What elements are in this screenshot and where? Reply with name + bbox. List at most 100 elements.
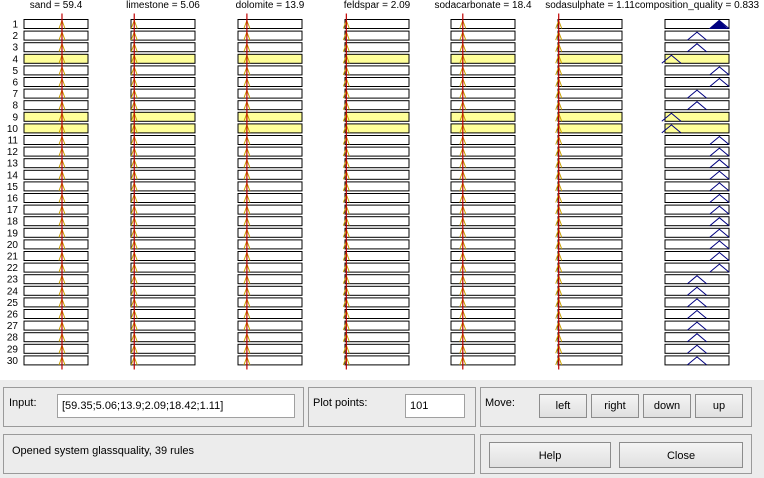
membership-box xyxy=(664,53,730,64)
membership-box xyxy=(237,77,303,87)
rule-number: 24 xyxy=(7,286,19,297)
membership-box xyxy=(344,297,410,308)
rule-number: 14 xyxy=(7,170,19,181)
variable-title: sand = 59.4 xyxy=(30,0,83,11)
status-panel: Opened system glassquality, 39 rules xyxy=(3,434,475,474)
membership-box xyxy=(557,65,623,76)
membership-box xyxy=(237,239,303,250)
membership-box xyxy=(237,135,303,145)
membership-box xyxy=(664,111,730,122)
membership-box xyxy=(237,30,303,41)
membership-box xyxy=(130,355,196,366)
membership-box xyxy=(237,227,303,238)
membership-box xyxy=(23,123,89,134)
membership-box xyxy=(23,320,89,331)
membership-box xyxy=(130,146,196,157)
plot-points-panel: Plot points: 101 xyxy=(308,387,476,427)
membership-box xyxy=(557,320,623,331)
membership-box xyxy=(23,100,89,111)
membership-box xyxy=(237,53,303,64)
membership-box xyxy=(237,251,303,261)
membership-box xyxy=(130,193,196,203)
rule-number: 25 xyxy=(7,298,19,309)
membership-box xyxy=(130,262,196,273)
membership-box xyxy=(23,262,89,273)
rule-viewer-plot[interactable]: sand = 59.4 limestone = 5.06 dolomite = 13… xyxy=(0,0,764,380)
rule-number: 7 xyxy=(12,89,18,100)
membership-box xyxy=(23,227,89,238)
membership-box xyxy=(344,123,410,134)
membership-box xyxy=(237,100,303,111)
membership-box xyxy=(23,251,89,261)
membership-box xyxy=(344,309,410,319)
membership-box xyxy=(237,343,303,354)
membership-box xyxy=(557,135,623,145)
membership-box xyxy=(557,285,623,296)
membership-box xyxy=(344,111,410,122)
move-right-button[interactable]: right xyxy=(591,394,639,418)
rule-number: 5 xyxy=(12,66,18,77)
membership-box xyxy=(344,320,410,331)
membership-box xyxy=(557,204,623,215)
membership-box xyxy=(237,285,303,296)
membership-box xyxy=(344,65,410,76)
membership-box xyxy=(344,100,410,111)
rule-number: 2 xyxy=(12,31,18,42)
rule-number: 18 xyxy=(7,217,19,228)
membership-box xyxy=(130,158,196,169)
rule-number: 4 xyxy=(12,54,18,65)
membership-box xyxy=(23,332,89,343)
membership-box xyxy=(557,193,623,203)
help-button[interactable]: Help xyxy=(489,442,611,468)
membership-box xyxy=(237,309,303,319)
membership-box xyxy=(130,88,196,99)
membership-box xyxy=(557,227,623,238)
membership-box xyxy=(344,169,410,180)
input-field[interactable]: [59.35;5.06;13.9;2.09;18.42;1.11] xyxy=(57,394,295,418)
membership-box xyxy=(130,123,196,134)
membership-box xyxy=(344,355,410,366)
membership-box xyxy=(130,135,196,145)
membership-box xyxy=(130,332,196,343)
rule-number: 6 xyxy=(12,78,18,89)
membership-box xyxy=(557,30,623,41)
membership-box xyxy=(557,53,623,64)
rule-number: 1 xyxy=(12,20,18,31)
membership-box xyxy=(237,262,303,273)
membership-box xyxy=(130,111,196,122)
membership-box xyxy=(23,158,89,169)
membership-box xyxy=(23,65,89,76)
membership-box xyxy=(23,19,89,29)
close-button[interactable]: Close xyxy=(619,442,743,468)
membership-box xyxy=(23,343,89,354)
membership-box xyxy=(23,111,89,122)
membership-box xyxy=(557,251,623,261)
membership-box xyxy=(344,193,410,203)
membership-box xyxy=(557,77,623,87)
move-left-button[interactable]: left xyxy=(539,394,587,418)
plot-points-field[interactable]: 101 xyxy=(405,394,465,418)
rule-number: 29 xyxy=(7,344,19,355)
membership-box xyxy=(23,204,89,215)
membership-box xyxy=(130,309,196,319)
membership-box xyxy=(557,146,623,157)
rule-number: 8 xyxy=(12,101,18,112)
membership-box xyxy=(344,19,410,29)
membership-box xyxy=(237,297,303,308)
membership-box xyxy=(237,169,303,180)
membership-box xyxy=(23,169,89,180)
membership-box xyxy=(557,216,623,227)
membership-box xyxy=(237,332,303,343)
membership-box xyxy=(344,274,410,285)
variable-title: dolomite = 13.9 xyxy=(236,0,305,11)
move-label: Move: xyxy=(485,397,515,409)
rule-number: 10 xyxy=(7,124,19,135)
move-up-button[interactable]: up xyxy=(695,394,743,418)
membership-box xyxy=(237,193,303,203)
membership-box xyxy=(237,204,303,215)
membership-box xyxy=(557,111,623,122)
variable-title: feldspar = 2.09 xyxy=(344,0,411,11)
move-down-button[interactable]: down xyxy=(643,394,691,418)
membership-box xyxy=(557,343,623,354)
move-panel: Move: left right down up xyxy=(480,387,752,427)
